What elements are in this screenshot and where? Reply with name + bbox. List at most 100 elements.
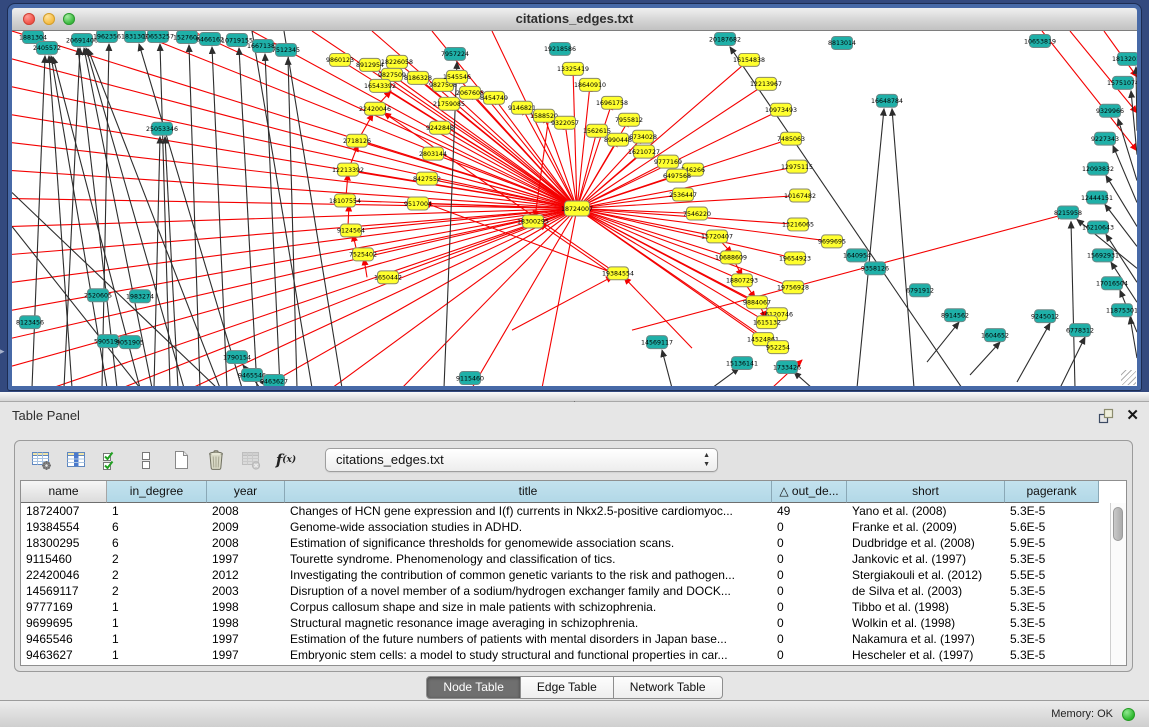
cell-in_degree[interactable]: 2 — [107, 583, 207, 599]
tab-network-table[interactable]: Network Table — [614, 676, 723, 699]
left-panel-collapse-arrow[interactable]: ▸ — [0, 346, 5, 357]
graph-node-16154838[interactable]: 16154838 — [733, 53, 765, 66]
graph-node-7955812[interactable]: 7955812 — [615, 113, 643, 126]
cell-name[interactable]: 9699695 — [21, 615, 107, 631]
graph-node-1640954[interactable]: 1640954 — [843, 249, 871, 262]
cell-title[interactable]: Tourette syndrome. Phenomenology and cla… — [285, 551, 772, 567]
graph-node-1562615[interactable]: 1562615 — [583, 124, 611, 137]
cell-name[interactable]: 18724007 — [21, 503, 107, 519]
graph-node-1604652[interactable]: 1604652 — [981, 329, 1009, 342]
graph-node-18226058[interactable]: 18226058 — [381, 55, 413, 68]
cell-title[interactable]: Embryonic stem cells: a model to study s… — [285, 647, 772, 663]
graph-node-25053346[interactable]: 25053346 — [146, 122, 178, 135]
graph-node-952254[interactable]: 952254 — [766, 341, 790, 354]
close-panel-icon[interactable]: ✕ — [1126, 407, 1139, 425]
table-row[interactable]: 946554611997Estimation of the future num… — [21, 631, 1111, 647]
cell-name[interactable]: 22420046 — [21, 567, 107, 583]
cell-in_degree[interactable]: 2 — [107, 567, 207, 583]
graph-node-9227343[interactable]: 9227343 — [1091, 132, 1119, 145]
graph-node-6791912[interactable]: 6791912 — [906, 284, 934, 297]
graph-node-15751074[interactable]: 15751074 — [1107, 76, 1137, 89]
cell-pagerank[interactable]: 5.3E-5 — [1005, 503, 1099, 519]
cell-year[interactable]: 1998 — [207, 599, 285, 615]
cell-name[interactable]: 18300295 — [21, 535, 107, 551]
cell-title[interactable]: Structural magnetic resonance image aver… — [285, 615, 772, 631]
graph-node-8912954[interactable]: 8912954 — [356, 58, 384, 71]
graph-node-18300295[interactable]: 18300295 — [517, 215, 549, 228]
graph-node-19654923[interactable]: 19654923 — [779, 252, 811, 265]
cell-out_degree[interactable]: 0 — [772, 615, 847, 631]
cell-short[interactable]: de Silva et al. (2003) — [847, 583, 1005, 599]
graph-node-1962356[interactable]: 1962356 — [93, 31, 121, 42]
table-settings-icon[interactable] — [29, 448, 53, 472]
cell-out_degree[interactable]: 0 — [772, 519, 847, 535]
cell-name[interactable]: 9463627 — [21, 647, 107, 663]
graph-node-1983274[interactable]: 1983274 — [126, 290, 154, 303]
graph-node-9051905[interactable]: 9051905 — [116, 336, 144, 349]
graph-node-8123456[interactable]: 8123456 — [16, 316, 44, 329]
graph-node-9517004[interactable]: 9517004 — [404, 197, 432, 210]
cell-name[interactable]: 14569117 — [21, 583, 107, 599]
cell-out_degree[interactable]: 0 — [772, 599, 847, 615]
cell-in_degree[interactable]: 1 — [107, 599, 207, 615]
graph-node-16648784[interactable]: 16648784 — [871, 94, 903, 107]
cell-in_degree[interactable]: 1 — [107, 615, 207, 631]
graph-node-9884067[interactable]: 9884067 — [743, 296, 771, 309]
cell-year[interactable]: 2009 — [207, 519, 285, 535]
graph-node-9322057[interactable]: 9322057 — [551, 116, 579, 129]
cell-year[interactable]: 2012 — [207, 567, 285, 583]
split-sash[interactable]: ▲ — [0, 392, 1149, 402]
graph-node-15136141[interactable]: 15136141 — [726, 357, 758, 370]
cell-in_degree[interactable]: 2 — [107, 551, 207, 567]
table-row[interactable]: 969969511998Structural magnetic resonanc… — [21, 615, 1111, 631]
graph-node-18132014[interactable]: 18132014 — [1112, 52, 1137, 65]
table-row[interactable]: 911546021997Tourette syndrome. Phenomeno… — [21, 551, 1111, 567]
table-row[interactable]: 2242004622012Investigating the contribut… — [21, 567, 1111, 583]
cell-pagerank[interactable]: 5.9E-5 — [1005, 535, 1099, 551]
cell-out_degree[interactable]: 0 — [772, 583, 847, 599]
graph-node-8186328[interactable]: 8186328 — [404, 71, 432, 84]
scrollbar-thumb[interactable] — [1113, 507, 1123, 541]
graph-node-1545546[interactable]: 1545546 — [443, 70, 471, 83]
cell-year[interactable]: 1997 — [207, 631, 285, 647]
graph-node-16961758[interactable]: 16961758 — [596, 96, 628, 109]
cell-year[interactable]: 1998 — [207, 615, 285, 631]
table-row[interactable]: 1872400712008Changes of HCN gene express… — [21, 503, 1111, 519]
cell-short[interactable]: Franke et al. (2009) — [847, 519, 1005, 535]
cell-out_degree[interactable]: 49 — [772, 503, 847, 519]
cell-name[interactable]: 9115460 — [21, 551, 107, 567]
network-window[interactable]: citations_edges.txt 98601238912954182260… — [8, 4, 1141, 390]
cell-title[interactable]: Estimation of the future numbers of pati… — [285, 631, 772, 647]
cell-short[interactable]: Hescheler et al. (1997) — [847, 647, 1005, 663]
cell-pagerank[interactable]: 5.3E-5 — [1005, 647, 1099, 663]
graph-node-10653257[interactable]: 10653257 — [142, 31, 174, 42]
graph-node-9860123[interactable]: 9860123 — [326, 53, 354, 66]
function-builder-icon[interactable]: f(x) — [274, 448, 298, 472]
graph-node-2803144[interactable]: 2803144 — [419, 147, 447, 160]
float-window-icon[interactable] — [1098, 408, 1114, 424]
table-row[interactable]: 1938455462009Genome-wide association stu… — [21, 519, 1111, 535]
new-table-icon[interactable] — [169, 448, 193, 472]
graph-node-8990448[interactable]: 8990448 — [604, 133, 632, 146]
table-row[interactable]: 1830029562008Estimation of significance … — [21, 535, 1111, 551]
graph-node-1650442[interactable]: 1650442 — [374, 271, 402, 284]
graph-node-11875301[interactable]: 11875301 — [1106, 304, 1137, 317]
cell-short[interactable]: Dudbridge et al. (2008) — [847, 535, 1005, 551]
cell-in_degree[interactable]: 1 — [107, 647, 207, 663]
graph-node-13325419[interactable]: 13325419 — [557, 62, 589, 75]
cell-year[interactable]: 2008 — [207, 535, 285, 551]
graph-node-8427552[interactable]: 8427552 — [413, 172, 441, 185]
graph-node-12093832[interactable]: 12093832 — [1082, 162, 1114, 175]
table-row[interactable]: 1456911722003Disruption of a novel membe… — [21, 583, 1111, 599]
cell-pagerank[interactable]: 5.3E-5 — [1005, 631, 1099, 647]
graph-node-9699695[interactable]: 9699695 — [818, 235, 846, 248]
graph-node-9777169[interactable]: 9777169 — [654, 155, 682, 168]
cell-in_degree[interactable]: 1 — [107, 503, 207, 519]
cell-short[interactable]: Jankovic et al. (1997) — [847, 551, 1005, 567]
cell-title[interactable]: Changes of HCN gene expression and I(f) … — [285, 503, 772, 519]
graph-node-2718126[interactable]: 2718126 — [343, 134, 371, 147]
graph-node-12213967[interactable]: 12213967 — [750, 77, 782, 90]
graph-node-8454749[interactable]: 8454749 — [480, 91, 508, 104]
graph-node-6466162[interactable]: 6466162 — [196, 32, 224, 45]
graph-node-18724007[interactable]: 18724007 — [561, 201, 593, 216]
